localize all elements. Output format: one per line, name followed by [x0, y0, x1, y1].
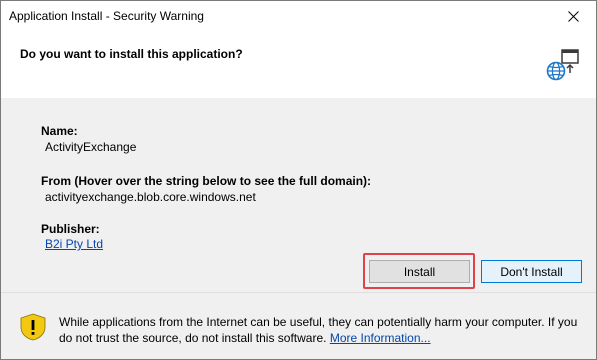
name-value: ActivityExchange [45, 140, 137, 154]
install-button[interactable]: Install [369, 260, 470, 283]
security-warning-dialog: Application Install - Security Warning D… [0, 0, 597, 360]
dont-install-button[interactable]: Don't Install [481, 260, 582, 283]
warning-text: While applications from the Internet can… [59, 315, 578, 345]
name-label: Name: [41, 124, 78, 138]
dialog-header: Do you want to install this application? [1, 32, 596, 98]
close-button[interactable] [551, 1, 596, 32]
warning-footer: While applications from the Internet can… [1, 293, 596, 359]
window-title: Application Install - Security Warning [9, 9, 204, 23]
publisher-label: Publisher: [41, 222, 100, 236]
details-panel: Name: ActivityExchange From (Hover over … [1, 98, 596, 292]
install-question: Do you want to install this application? [20, 47, 243, 61]
publisher-link[interactable]: B2i Pty Ltd [45, 237, 103, 251]
from-value[interactable]: activityexchange.blob.core.windows.net [45, 190, 256, 204]
close-icon [568, 11, 579, 22]
title-bar: Application Install - Security Warning [1, 1, 596, 32]
more-information-link[interactable]: More Information... [330, 331, 431, 345]
warning-shield-icon [20, 313, 46, 341]
from-label: From (Hover over the string below to see… [41, 174, 372, 188]
warning-message: While applications from the Internet can… [59, 314, 579, 346]
globe-window-icon [546, 49, 579, 81]
